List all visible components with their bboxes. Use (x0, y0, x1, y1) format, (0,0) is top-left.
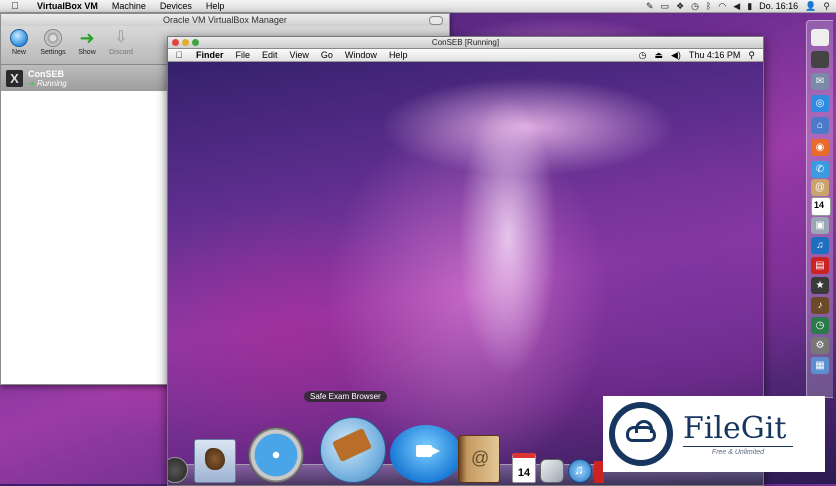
photo-booth-icon[interactable] (811, 257, 829, 274)
close-button[interactable] (172, 39, 179, 46)
ichat-icon[interactable] (811, 161, 829, 178)
address-book-icon[interactable] (811, 179, 829, 196)
host-menubar:  VirtualBox VM Machine Devices Help ✎ ▭… (0, 0, 836, 13)
guest-menu-go[interactable]: Go (315, 50, 339, 60)
apple-icon[interactable]:  (0, 1, 30, 12)
mail-eagle-icon (205, 448, 225, 470)
guest-titlebar[interactable]: ConSEB [Running] (168, 37, 763, 49)
preview-icon[interactable] (540, 459, 564, 483)
virtualbox-icon[interactable] (811, 357, 829, 374)
host-menu-machine[interactable]: Machine (105, 1, 153, 11)
green-arrow-icon: ➜ (79, 28, 95, 48)
discard-button-label: Discard (109, 49, 133, 56)
ical-icon[interactable]: 14 (811, 197, 831, 216)
dock-tooltip: Safe Exam Browser (304, 391, 387, 402)
host-clock[interactable]: Do. 16:16 (759, 1, 798, 11)
window-controls (172, 39, 199, 46)
at-sign-icon: @ (471, 448, 490, 468)
watermark-tagline: Free & Unlimited (683, 446, 793, 456)
host-menu-help[interactable]: Help (199, 1, 232, 11)
scripts-icon[interactable]: ✎ (646, 1, 654, 12)
itunes-icon[interactable] (811, 237, 829, 254)
guest-menu-edit[interactable]: Edit (256, 50, 284, 60)
system-preferences-icon[interactable] (811, 337, 829, 354)
eject-icon[interactable]: ⏏ (654, 50, 663, 61)
imovie-icon[interactable] (811, 277, 829, 294)
zoom-button[interactable] (192, 39, 199, 46)
toolbar-toggle-button[interactable] (429, 16, 443, 25)
guest-menu-file[interactable]: File (230, 50, 257, 60)
vm-state: ➜ Running (28, 79, 67, 88)
vm-name: ConSEB (28, 68, 64, 79)
show-button-label: Show (78, 49, 96, 56)
finder-icon[interactable] (811, 29, 829, 46)
battery-icon[interactable]: ▮ (747, 1, 752, 12)
host-dock: 14 (806, 20, 833, 398)
bluetooth-icon[interactable]: ᛒ (706, 1, 711, 11)
wifi-icon[interactable]: ◠ (718, 1, 726, 12)
guest-status-area: ◷ ⏏ ◀) Thu 4:16 PM ⚲ (639, 50, 763, 61)
dashboard-icon[interactable] (811, 51, 829, 68)
minimize-button[interactable] (182, 39, 189, 46)
network-icon[interactable] (811, 117, 829, 134)
guest-menu-finder[interactable]: Finder (190, 50, 230, 60)
preview-icon[interactable] (811, 217, 829, 234)
ical-icon[interactable]: 14 (512, 453, 536, 483)
guest-menu-window[interactable]: Window (339, 50, 383, 60)
guest-clock[interactable]: Thu 4:16 PM (689, 50, 741, 60)
guest-menubar:  Finder File Edit View Go Window Help ◷… (168, 49, 763, 62)
vm-list-item[interactable]: X ConSEB ➜ Running (1, 65, 168, 91)
timemachine-icon[interactable]: ◷ (639, 50, 647, 61)
search-icon[interactable]: ⚲ (823, 1, 830, 12)
spotlight-menu-icon[interactable]: ❖ (676, 1, 684, 12)
filegit-watermark: FileGit Free & Unlimited (603, 396, 825, 472)
timemachine-icon[interactable] (811, 317, 829, 334)
timemachine-icon[interactable]: ◷ (691, 1, 699, 12)
macos-x-icon: X (6, 69, 23, 87)
right-dock-calendar-day: 14 (814, 200, 825, 210)
ichat-icon[interactable] (390, 425, 462, 483)
gear-icon (44, 29, 62, 47)
guest-window-title: ConSEB [Running] (431, 38, 500, 47)
new-button[interactable]: New (5, 26, 33, 64)
discard-button[interactable]: ⇩ Discard (107, 26, 135, 64)
mail-icon[interactable] (811, 73, 829, 90)
vbox-manager-titlebar[interactable]: Oracle VM VirtualBox Manager (1, 14, 449, 26)
itunes-icon[interactable] (568, 459, 592, 483)
vbox-manager-title: Oracle VM VirtualBox Manager (163, 15, 287, 25)
firefox-icon[interactable] (811, 139, 829, 156)
address-book-icon[interactable]: @ (458, 435, 500, 483)
discard-arrow-icon: ⇩ (114, 29, 128, 46)
show-button[interactable]: ➜ Show (73, 26, 101, 64)
cloud-icon (626, 420, 656, 442)
filegit-logo-icon (609, 402, 673, 466)
search-icon[interactable]: ⚲ (748, 50, 755, 61)
volume-icon[interactable]: ◀ (733, 1, 740, 12)
safari-icon[interactable] (248, 427, 304, 483)
new-machine-icon (10, 29, 28, 47)
host-status-area: ✎ ▭ ❖ ◷ ᛒ ◠ ◀ ▮ Do. 16:16 👤 ⚲ (646, 1, 836, 12)
vm-state-label: Running (36, 78, 67, 88)
watermark-brand: FileGit (683, 411, 787, 446)
user-icon[interactable]: 👤 (805, 1, 816, 12)
safari-icon[interactable] (811, 95, 829, 112)
guest-menu-view[interactable]: View (284, 50, 315, 60)
running-arrow-icon: ➜ (28, 78, 35, 88)
host-menu-devices[interactable]: Devices (153, 1, 199, 11)
safe-exam-browser-icon[interactable] (320, 417, 386, 483)
guest-menu-help[interactable]: Help (383, 50, 414, 60)
settings-button[interactable]: Settings (39, 26, 67, 64)
vm-list: X ConSEB ➜ Running (1, 65, 169, 384)
mail-icon[interactable] (194, 439, 236, 483)
host-app-menu[interactable]: VirtualBox VM (30, 1, 105, 11)
new-button-label: New (11, 49, 26, 56)
garageband-icon[interactable] (811, 297, 829, 314)
video-camera-icon (416, 445, 440, 457)
guest-apple-icon[interactable]:  (168, 50, 190, 60)
display-icon[interactable]: ▭ (661, 1, 670, 12)
volume-icon[interactable]: ◀) (671, 50, 681, 61)
seb-hammer-icon (331, 427, 373, 463)
settings-button-label: Settings (40, 49, 66, 56)
